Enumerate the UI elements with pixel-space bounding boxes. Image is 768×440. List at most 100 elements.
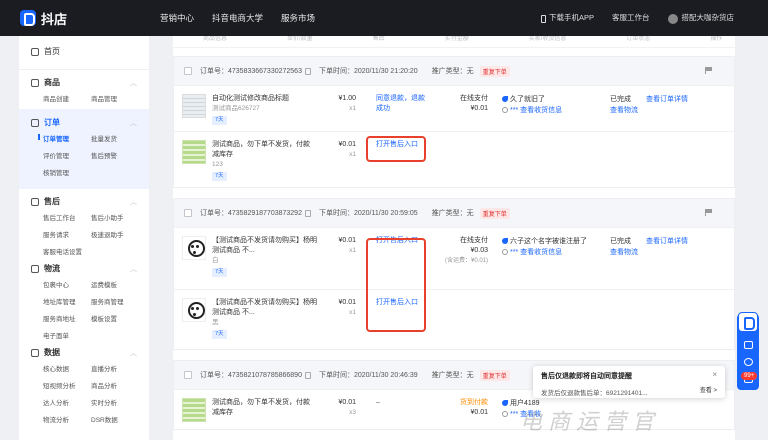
flag-icon[interactable] <box>705 67 712 74</box>
headset-icon[interactable] <box>743 358 753 366</box>
sidebar-item-aftersale-assistant[interactable]: 售后小助手 <box>91 212 143 222</box>
notification-count-badge: 99+ <box>741 372 758 380</box>
product-title[interactable]: 测试商品，勿下单不发货，付款减库存 <box>212 140 312 160</box>
customer-service-link[interactable]: 客服工作台 <box>612 12 650 23</box>
sidebar-item-aftersale-workbench[interactable]: 售后工作台 <box>43 212 91 222</box>
quantity: x1 <box>349 247 356 254</box>
topnav-marketing[interactable]: 营销中心 <box>160 12 194 24</box>
product-title[interactable]: 自动化测试修改商品标题 <box>212 94 289 104</box>
repeat-order-badge: 重复下单 <box>479 65 510 77</box>
sidebar-item-address-library[interactable]: 地址库管理 <box>43 296 91 306</box>
promo-type: 推广类型：无 <box>431 372 474 379</box>
sidebar-item-provider-address[interactable]: 服务商地址 <box>43 313 91 323</box>
sidebar-item-template-settings[interactable]: 模板设置 <box>91 313 143 323</box>
chart-icon <box>31 348 39 357</box>
phone-icon <box>540 14 546 23</box>
sidebar-item-logistics-analysis[interactable]: 物流分析 <box>43 414 91 424</box>
sidebar-section-product: 商品 ︿ 商品创建 商品管理 <box>19 77 149 103</box>
product-title[interactable]: 【测试商品不发货请勿购买】杨明测试商品 不... <box>212 236 322 256</box>
sidebar-item-dsr-data[interactable]: DSR数据 <box>91 414 143 424</box>
sidebar-head-logistics[interactable]: 物流 ︿ <box>31 263 137 274</box>
unit-price: ¥0.01 <box>338 237 356 244</box>
sidebar-item-live-analysis[interactable]: 直播分析 <box>91 363 143 373</box>
sidebar-head-aftersale[interactable]: 售后 ︿ <box>31 196 137 207</box>
sidebar-section-logistics: 物流 ︿ 包裹中心 运费模板 地址库管理 服务商管理 服务商地址 模板设置 电子… <box>19 263 149 340</box>
app-logo[interactable]: 抖店 <box>0 9 150 28</box>
doudian-float-icon[interactable] <box>738 312 758 332</box>
view-logistics-link[interactable]: 查看物流 <box>610 105 646 116</box>
sidebar-item-product-analysis[interactable]: 商品分析 <box>91 380 143 390</box>
view-order-detail-link[interactable]: 查看订单详情 <box>646 94 716 105</box>
aftersale-reminder-popup: 售后仅退款即将自动同意提醒 发货后仅退款售后单：6921291401... × … <box>533 366 725 398</box>
topnav-service-market[interactable]: 服务市场 <box>281 12 315 24</box>
aftersale-status-link[interactable]: 同意退款，退款成功 <box>356 86 428 131</box>
sidebar-item-verify-manage[interactable]: 核销管理 <box>43 167 91 177</box>
view-more-link[interactable]: 查看 > <box>700 385 717 394</box>
sidebar-item-home[interactable]: 首页 <box>19 36 149 65</box>
sidebar-section-order: 订单 ︿ 订单管理 批量发货 评价管理 售后预警 核销管理 <box>19 109 149 189</box>
product-title[interactable]: 测试商品，勿下单不发货，付款减库存 <box>212 398 312 418</box>
product-thumbnail[interactable] <box>182 140 206 164</box>
order-checkbox[interactable] <box>184 371 192 379</box>
product-thumbnail[interactable] <box>182 398 206 422</box>
product-thumbnail[interactable] <box>182 94 206 118</box>
topnav-university[interactable]: 抖音电商大学 <box>212 12 263 24</box>
location-icon <box>502 107 508 113</box>
view-address-link[interactable]: *** 查看收货信息 <box>510 249 562 256</box>
table-header: 商品信息 单价/数量 售后 实付金额 买家/收货信息 订单状态 操作 <box>173 36 735 48</box>
sidebar-item-aftersale-warning[interactable]: 售后预警 <box>91 150 143 160</box>
quantity: x1 <box>349 105 356 112</box>
view-logistics-link[interactable]: 查看物流 <box>610 247 646 258</box>
avatar <box>667 13 678 24</box>
product-title[interactable]: 【测试商品不发货请勿购买】杨明测试商品 不... <box>212 298 322 318</box>
sidebar-head-product[interactable]: 商品 ︿ <box>31 77 137 88</box>
product-thumbnail[interactable] <box>182 298 206 322</box>
flag-icon[interactable] <box>705 209 712 216</box>
popup-title: 售后仅退款即将自动同意提醒 <box>541 373 632 380</box>
quantity: x3 <box>349 409 356 416</box>
top-nav: 营销中心 抖音电商大学 服务市场 <box>160 12 315 24</box>
buyer-name: 久了就旧了 <box>510 96 545 103</box>
download-app-link[interactable]: 下载手机APP <box>540 12 594 23</box>
sidebar-item-freight-template[interactable]: 运费模板 <box>91 279 143 289</box>
repeat-order-badge: 重复下单 <box>479 369 510 381</box>
sidebar-item-fast-refund[interactable]: 极速退助手 <box>91 229 143 239</box>
sidebar-item-video-analysis[interactable]: 短视频分析 <box>43 380 91 390</box>
copy-icon[interactable] <box>304 371 311 379</box>
copy-icon[interactable] <box>304 67 311 75</box>
sidebar-item-provider-manage[interactable]: 服务商管理 <box>91 296 143 306</box>
sidebar-item-e-waybill[interactable]: 电子面单 <box>43 330 91 340</box>
sidebar-section-data: 数据 ︿ 核心数据 直播分析 短视频分析 商品分析 达人分析 实时分析 物流分析… <box>19 347 149 424</box>
view-address-link[interactable]: *** 查看收货信息 <box>510 107 562 114</box>
product-thumbnail[interactable] <box>182 236 206 260</box>
sidebar-item-order-manage[interactable]: 订单管理 <box>38 133 91 143</box>
message-icon[interactable] <box>743 341 753 349</box>
sidebar-item-product-manage[interactable]: 商品管理 <box>91 93 143 103</box>
location-icon <box>502 249 508 255</box>
sidebar-item-core-data[interactable]: 核心数据 <box>43 363 91 373</box>
sidebar-item-service-request[interactable]: 服务请求 <box>43 229 91 239</box>
sidebar-item-realtime-analysis[interactable]: 实时分析 <box>91 397 143 407</box>
unit-price: ¥0.01 <box>338 141 356 148</box>
copy-icon[interactable] <box>304 209 311 217</box>
sidebar-item-talent-analysis[interactable]: 达人分析 <box>43 397 91 407</box>
product-sku: 黑 <box>212 319 219 326</box>
chevron-up-icon: ︿ <box>130 119 137 127</box>
order-checkbox[interactable] <box>184 209 192 217</box>
sidebar-item-batch-ship[interactable]: 批量发货 <box>91 133 143 143</box>
shop-menu[interactable]: 搭配大咖杂货店 <box>667 12 734 24</box>
sidebar-item-package-center[interactable]: 包裹中心 <box>43 279 91 289</box>
sidebar-item-product-create[interactable]: 商品创建 <box>43 93 91 103</box>
order-header: 订单号：4735833667330272563 下单时间：2020/11/30 … <box>174 57 734 85</box>
sidebar-head-data[interactable]: 数据 ︿ <box>31 347 137 358</box>
quantity: x1 <box>349 151 356 158</box>
order-card: 订单号：4735833667330272563 下单时间：2020/11/30 … <box>173 56 735 188</box>
view-order-detail-link[interactable]: 查看订单详情 <box>646 236 716 247</box>
sidebar-item-review-manage[interactable]: 评价管理 <box>43 150 91 160</box>
close-icon[interactable]: × <box>712 370 717 379</box>
order-checkbox[interactable] <box>184 67 192 75</box>
pay-amount: ¥0.01 <box>470 105 488 112</box>
sidebar-item-cs-phone[interactable]: 客服电话设置 <box>43 246 91 256</box>
sidebar-head-order[interactable]: 订单 ︿ <box>31 117 137 128</box>
doudian-logo-icon <box>20 10 36 26</box>
